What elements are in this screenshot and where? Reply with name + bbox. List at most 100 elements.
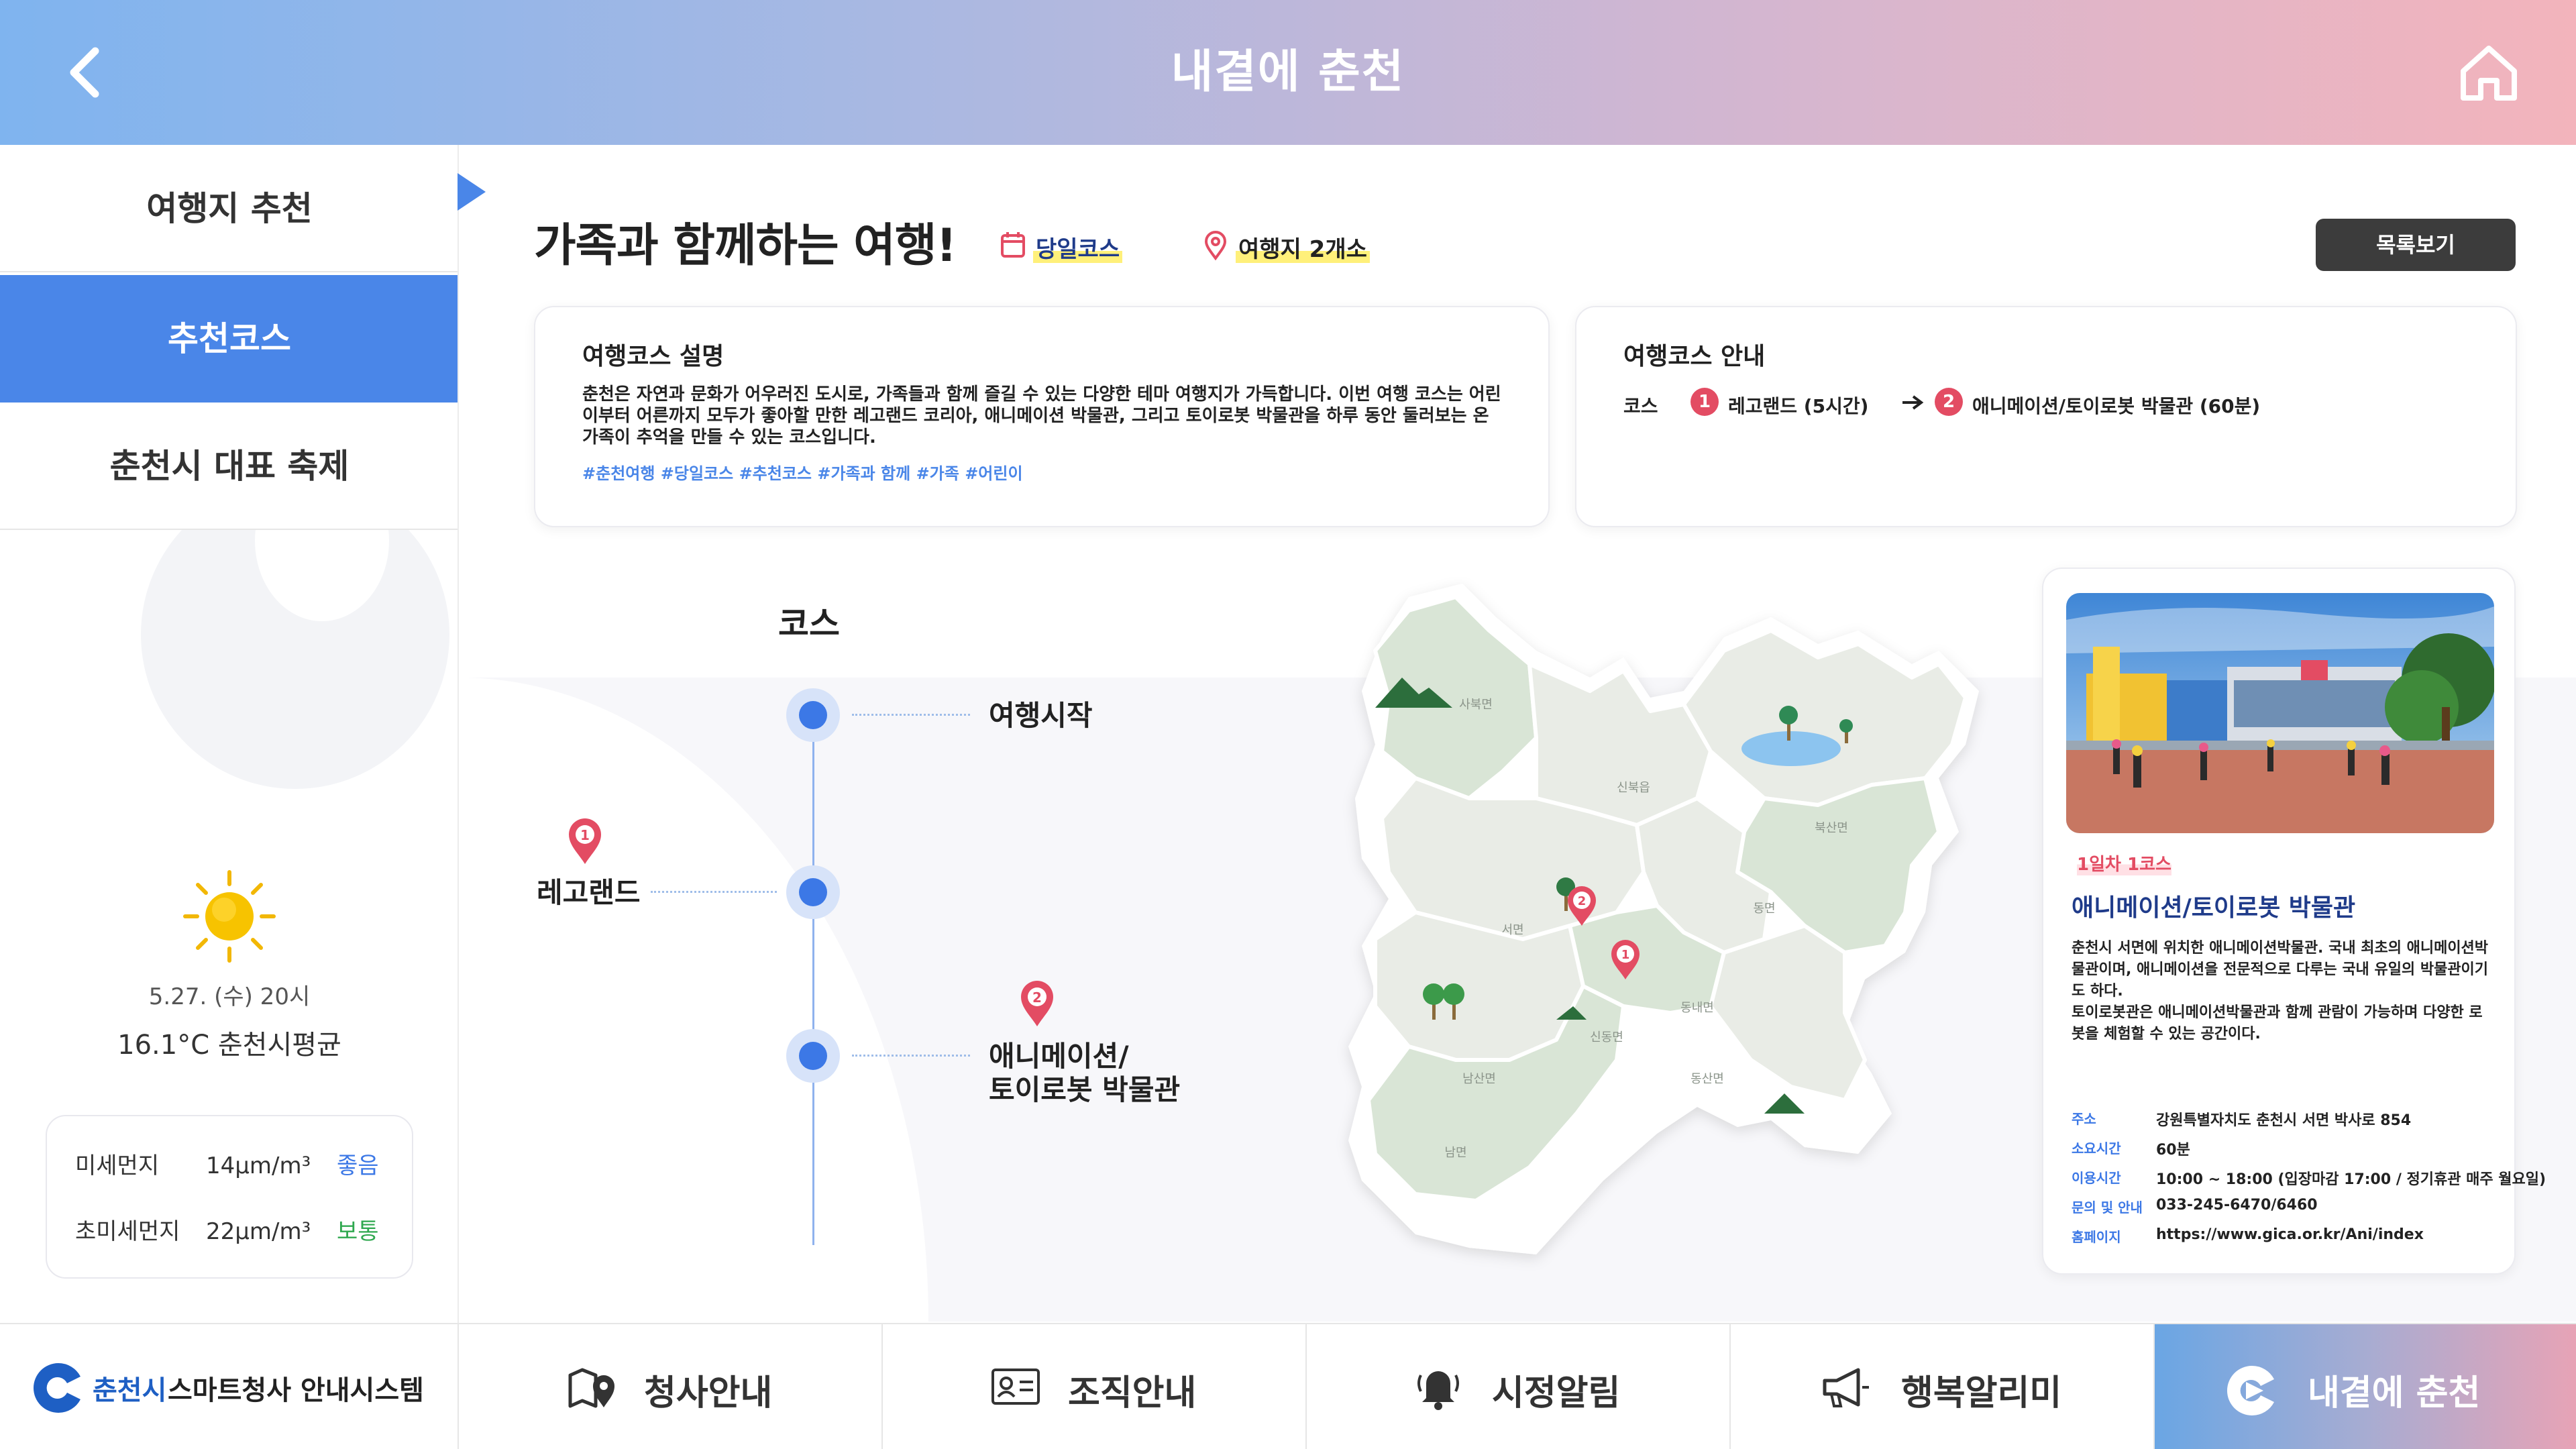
timeline-dot-stop1[interactable] [786, 865, 840, 919]
sidebar-item-recommended-course[interactable]: 추천코스 [0, 275, 458, 402]
brand-city: 춘천시 [93, 1375, 167, 1406]
place-info-card: 1일차 1코스 애니메이션/토이로봇 박물관 춘천시 서면에 위치한 애니메이션… [2042, 568, 2546, 1275]
timeline-stop2-line2: 토이로봇 박물관 [989, 1073, 1181, 1106]
ultrafine-dust-grade: 보통 [337, 1218, 379, 1245]
megaphone-icon [1823, 1368, 1869, 1407]
weather-temperature: 16.1°C 춘천시평균 [117, 1030, 341, 1061]
region-label: 남면 [1444, 1146, 1466, 1160]
region-label: 신동면 [1590, 1030, 1623, 1044]
chuncheon-logo-icon [2226, 1365, 2274, 1416]
region-label: 북산면 [1815, 821, 1848, 835]
course-guide-card: 여행코스 안내 코스 1 레고랜드 (5시간) 2 애니메이션/토이로봇 박물관… [1575, 306, 2517, 527]
info-key: 홈페이지 [2072, 1229, 2121, 1245]
fine-dust-label: 미세먼지 [75, 1152, 160, 1179]
weather-date: 5.27. (수) 20시 [148, 983, 311, 1010]
info-key: 주소 [2072, 1111, 2096, 1127]
info-value: 60분 [2156, 1142, 2190, 1159]
bell-icon [1417, 1371, 1459, 1410]
place-name: 애니메이션/토이로봇 박물관 [2072, 894, 2356, 922]
course-label: 코스 [1623, 395, 1658, 417]
course-description-card: 여행코스 설명 춘천은 자연과 문화가 어우러진 도시로, 가족들과 함께 즐길… [534, 306, 1550, 527]
active-nav-arrow [458, 173, 486, 211]
info-value: 033-245-6470/6460 [2156, 1197, 2318, 1214]
brand-area: 춘천시 스마트청사 안내시스템 [0, 1324, 459, 1449]
spot-count-label: 여행지 2개소 [1236, 231, 1370, 264]
region-label: 서면 [1501, 923, 1523, 937]
map-pin-1-number: 1 [1621, 948, 1630, 962]
sidebar: 여행지 추천 추천코스 춘천시 대표 축제 5.27. (수) 20시 16.1… [0, 145, 459, 1323]
timeline-start-label: 여행시작 [989, 699, 1093, 732]
timeline-dot-stop2[interactable] [786, 1029, 840, 1083]
bottom-nav-happiness-notice[interactable]: 행복알리미 [1731, 1324, 2155, 1449]
info-value: 강원특별자치도 춘천시 서면 박사로 854 [2156, 1112, 2412, 1129]
duration-label: 당일코스 [1033, 231, 1123, 264]
app-header: 내곁에 춘천 [0, 0, 2576, 145]
description-title: 여행코스 설명 [582, 343, 724, 370]
region-label: 동면 [1753, 902, 1775, 916]
timeline-stop2-line1: 애니메이션/ [989, 1040, 1129, 1073]
info-key: 문의 및 안내 [2072, 1199, 2143, 1216]
chuncheon-map[interactable]: 사북면 신북읍 북산면 동면 서면 동내면 신동면 남산면 동산면 남면 1 2 [1335, 577, 1999, 1275]
id-card-icon [991, 1368, 1040, 1405]
map-pin-2-number: 2 [1578, 894, 1587, 908]
bottom-nav-label: 행복알리미 [1901, 1373, 2062, 1413]
stop-badge-1: 1 [1690, 388, 1719, 416]
timeline-line [812, 715, 814, 1245]
calendar-icon [1001, 232, 1025, 258]
info-row-homepage: 홈페이지 https://www.gica.or.kr/Ani/index [2072, 1226, 2501, 1249]
pin-number-1: 1 [580, 827, 590, 843]
arrow-right-icon [1902, 395, 1924, 410]
stop-badge-2: 2 [1935, 388, 1963, 416]
region-label: 사북면 [1459, 698, 1493, 712]
place-description: 춘천시 서면에 위치한 애니메이션박물관. 국내 최초의 애니메이션박물관이며,… [2072, 940, 2489, 1042]
bottom-nav-building-guide[interactable]: 청사안내 [459, 1324, 883, 1449]
stop-name-2: 애니메이션/토이로봇 박물관 (60분) [1972, 395, 2261, 417]
weather-widget: 5.27. (수) 20시 16.1°C 춘천시평균 [0, 869, 458, 1062]
homepage-link[interactable]: https://www.gica.or.kr/Ani/index [2156, 1226, 2424, 1243]
chuncheon-logo-icon [33, 1362, 80, 1413]
timeline-stop1-label: 레고랜드 [537, 876, 641, 909]
bottom-nav-organization[interactable]: 조직안내 [883, 1324, 1307, 1449]
info-row-contact: 문의 및 안내 033-245-6470/6460 [2072, 1197, 2501, 1220]
museum-photo [2066, 593, 2494, 833]
bottom-navigation: 춘천시 스마트청사 안내시스템 청사안내 조직안내 시정알림 행복알리미 내곁에… [0, 1323, 2576, 1449]
info-row-duration: 소요시간 60분 [2072, 1138, 2501, 1161]
timeline-connector [651, 891, 777, 893]
map-pin-icon: 2 [1021, 981, 1053, 1026]
info-row-address: 주소 강원특별자치도 춘천시 서면 박사로 854 [2072, 1108, 2501, 1131]
fine-dust-value: 14μm/m³ [206, 1152, 311, 1179]
region-label: 신북읍 [1617, 781, 1650, 795]
map-pin-icon: 1 [569, 818, 601, 864]
brand-system-name: 스마트청사 안내시스템 [168, 1375, 424, 1406]
info-row-hours: 이용시간 10:00 ~ 18:00 (입장마감 17:00 / 정기휴관 매주… [2072, 1167, 2546, 1190]
timeline-connector [852, 1055, 970, 1057]
app-title: 내곁에 춘천 [1171, 46, 1405, 99]
course-heading: 코스 [778, 604, 840, 643]
description-text: 춘천은 자연과 문화가 어우러진 도시로, 가족들과 함께 즐길 수 있는 다양… [582, 384, 1501, 447]
bottom-nav-label: 청사안내 [644, 1373, 773, 1413]
region-sinbuk[interactable] [1527, 662, 1713, 827]
sun-icon [183, 870, 276, 963]
fine-dust-row: 미세먼지 14μm/m³ 좋음 [75, 1146, 397, 1186]
ultrafine-dust-label: 초미세먼지 [75, 1218, 180, 1245]
lake-icon [1741, 731, 1841, 766]
fine-dust-grade: 좋음 [337, 1152, 379, 1179]
course-day-tag: 1일차 1코스 [2077, 851, 2171, 875]
info-key: 이용시간 [2072, 1170, 2121, 1186]
region-label: 남산면 [1462, 1072, 1496, 1086]
ultrafine-dust-row: 초미세먼지 22μm/m³ 보통 [75, 1212, 397, 1252]
timeline-connector [852, 714, 970, 716]
timeline-dot-start [786, 688, 840, 742]
pin-number-2: 2 [1032, 989, 1042, 1006]
home-icon[interactable] [2455, 39, 2522, 106]
list-button[interactable]: 목록보기 [2316, 219, 2516, 271]
bottom-nav-city-notice[interactable]: 시정알림 [1307, 1324, 1731, 1449]
location-pin-icon [1204, 231, 1227, 260]
sidebar-item-travel-recommend[interactable]: 여행지 추천 [0, 145, 458, 272]
map-pin-icon [568, 1368, 614, 1408]
dust-card: 미세먼지 14μm/m³ 좋음 초미세먼지 22μm/m³ 보통 [46, 1115, 413, 1279]
region-namsan[interactable] [1373, 910, 1585, 1062]
bottom-nav-near-chuncheon[interactable]: 내곁에 춘천 [2155, 1324, 2576, 1449]
region-label: 동산면 [1690, 1072, 1724, 1086]
sidebar-item-festival[interactable]: 춘천시 대표 축제 [0, 402, 458, 530]
